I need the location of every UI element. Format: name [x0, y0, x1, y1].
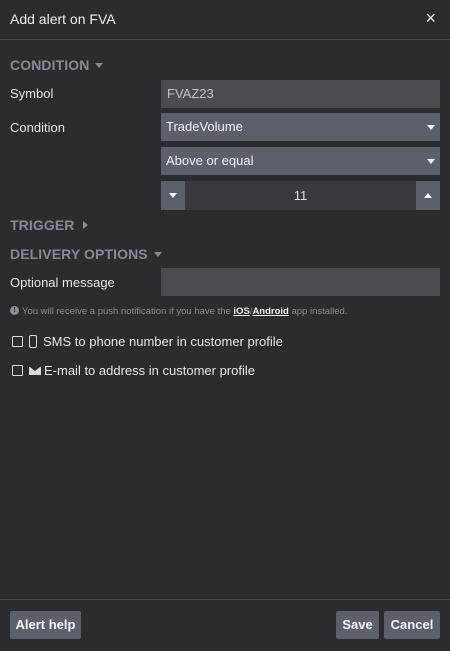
increment-button[interactable]: [416, 181, 440, 210]
condition-label: Condition: [10, 120, 65, 135]
decrement-button[interactable]: [161, 181, 185, 210]
email-option[interactable]: E-mail to address in customer profile: [12, 363, 255, 378]
chevron-down-icon: [427, 125, 435, 130]
caret-right-icon: [83, 221, 89, 230]
alert-help-button[interactable]: Alert help: [10, 611, 81, 639]
symbol-field[interactable]: FVAZ23: [161, 80, 440, 108]
cancel-button[interactable]: Cancel: [384, 611, 440, 639]
chevron-down-icon: [169, 193, 177, 198]
email-checkbox[interactable]: [12, 365, 23, 377]
sms-label: SMS to phone number in customer profile: [43, 334, 283, 349]
info-icon: !: [10, 305, 19, 315]
chevron-up-icon: [424, 193, 432, 198]
dialog-footer: Alert help Save Cancel: [0, 599, 450, 651]
phone-icon: [29, 335, 37, 349]
delivery-heading: DELIVERY OPTIONS: [10, 246, 148, 262]
condition-heading: CONDITION: [10, 57, 90, 73]
caret-down-icon: [153, 251, 162, 257]
delivery-section-toggle[interactable]: DELIVERY OPTIONS: [10, 246, 162, 262]
dialog-title: Add alert on FVA: [10, 11, 116, 27]
condition-select[interactable]: TradeVolume: [161, 113, 440, 141]
caret-down-icon: [95, 62, 104, 68]
trigger-heading: TRIGGER: [10, 217, 75, 233]
operator-select[interactable]: Above or equal: [161, 147, 440, 175]
push-notification-info: ! You will receive a push notification if…: [10, 305, 348, 317]
condition-section-toggle[interactable]: CONDITION: [10, 57, 104, 73]
email-label: E-mail to address in customer profile: [44, 363, 255, 378]
condition-select-value: TradeVolume: [166, 119, 243, 134]
sms-option[interactable]: SMS to phone number in customer profile: [12, 334, 283, 349]
message-label: Optional message: [10, 275, 115, 290]
info-prefix: You will receive a push notification if …: [22, 306, 234, 317]
info-suffix: app installed.: [288, 306, 348, 317]
trigger-section-toggle[interactable]: TRIGGER: [10, 217, 89, 233]
threshold-stepper: 11: [161, 181, 440, 210]
optional-message-input[interactable]: [161, 268, 440, 296]
sms-checkbox[interactable]: [12, 336, 23, 348]
dialog-header: Add alert on FVA ×: [0, 0, 450, 40]
save-button[interactable]: Save: [336, 611, 379, 639]
symbol-label: Symbol: [10, 86, 54, 101]
android-link[interactable]: Android: [252, 306, 288, 317]
envelope-icon: [29, 366, 41, 375]
close-icon[interactable]: ×: [425, 9, 436, 27]
ios-link[interactable]: iOS: [233, 306, 249, 317]
operator-select-value: Above or equal: [166, 153, 254, 168]
threshold-input[interactable]: 11: [185, 181, 416, 210]
chevron-down-icon: [427, 159, 435, 164]
